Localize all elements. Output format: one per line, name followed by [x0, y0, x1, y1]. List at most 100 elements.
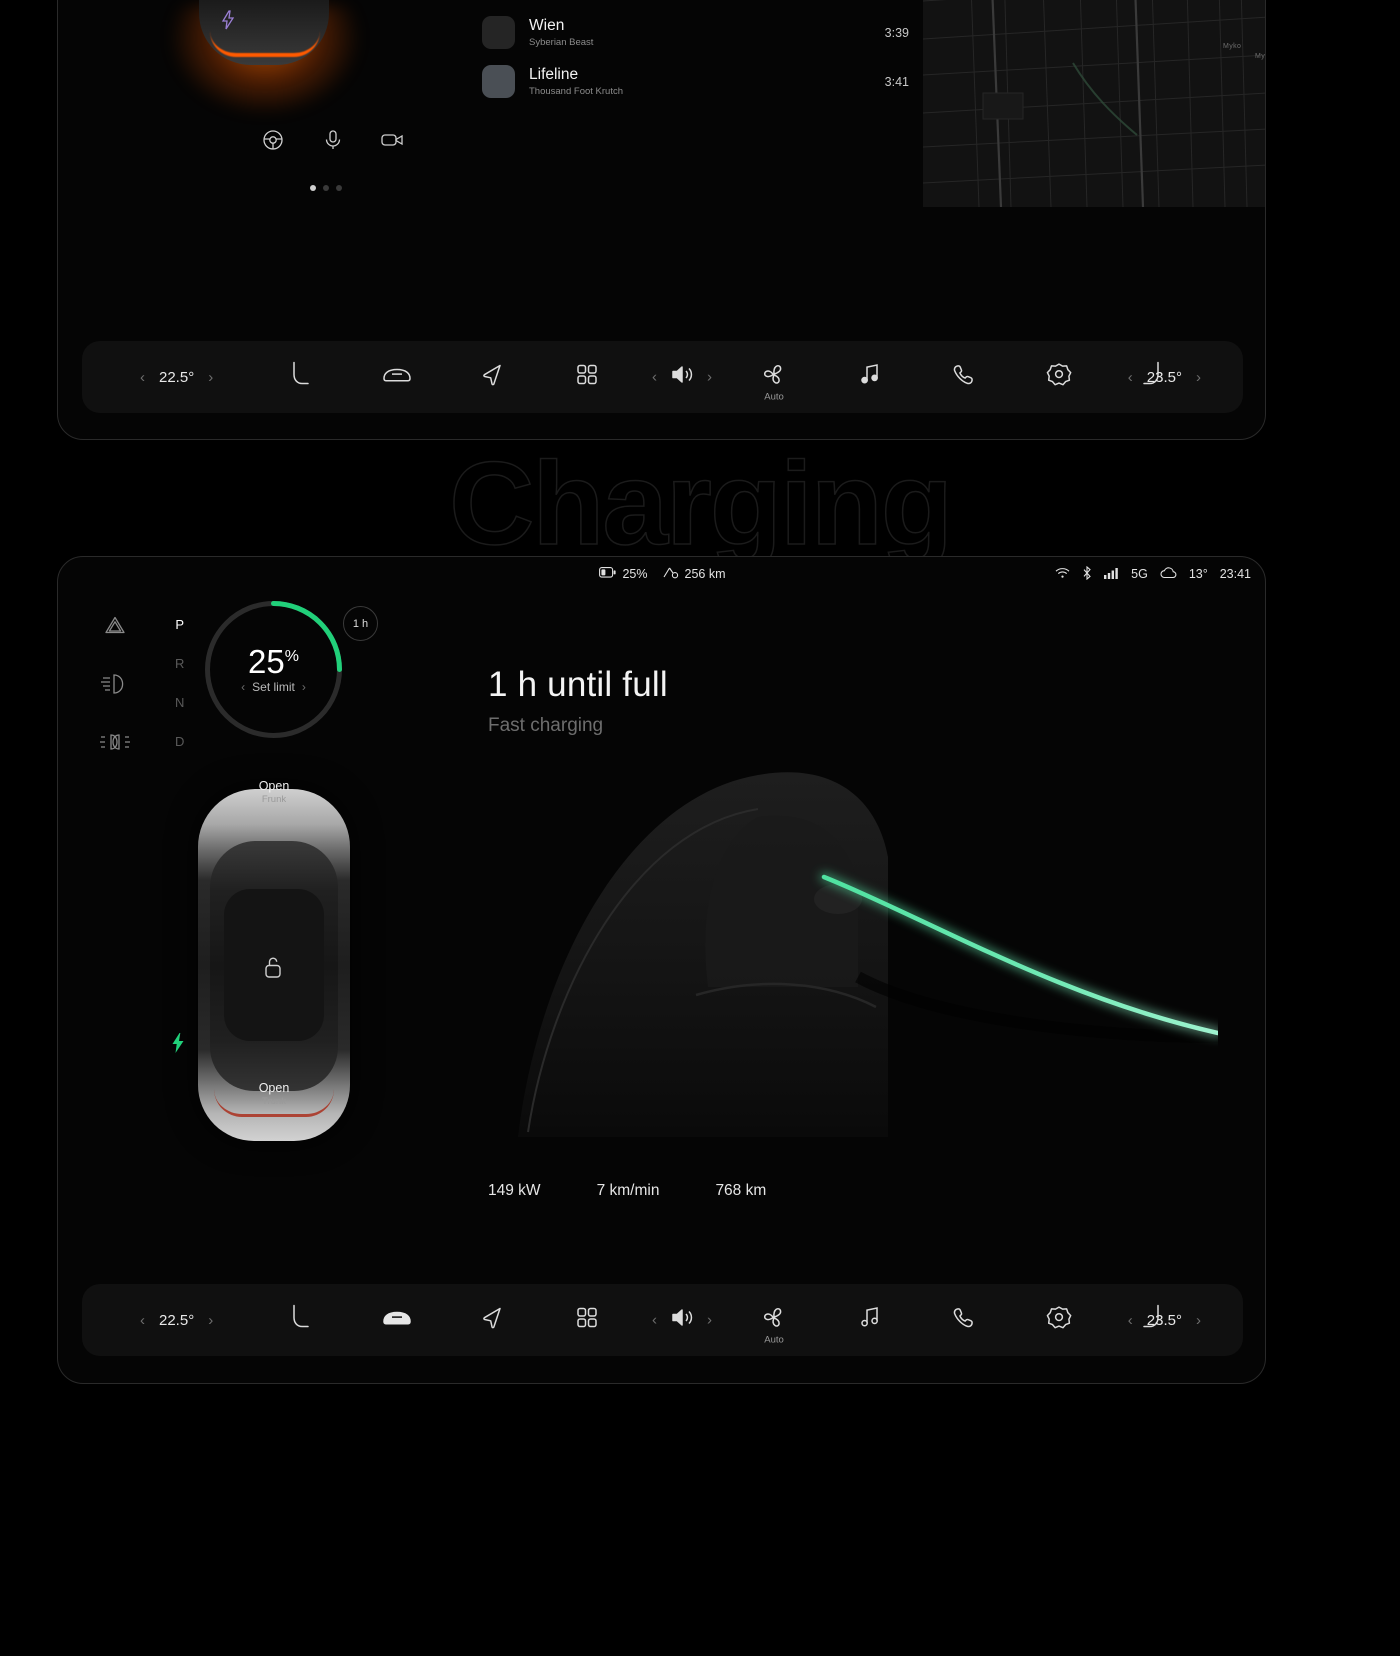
pager-dot[interactable]: [310, 185, 316, 191]
fog-lights-icon[interactable]: [98, 725, 132, 759]
right-temperature-stepper[interactable]: ‹ 23.5° ›: [1128, 1312, 1201, 1329]
music-track-item[interactable]: Lifeline Thousand Foot Krutch 3:41: [468, 57, 923, 106]
map-place-label: Myko: [1223, 43, 1242, 50]
music-track-item[interactable]: Wien Syberian Beast 3:39: [468, 8, 923, 57]
chevron-right-icon[interactable]: ›: [1196, 1313, 1201, 1328]
apps-grid-icon[interactable]: [575, 363, 599, 392]
charging-watermark: Charging: [448, 437, 953, 571]
music-track-item[interactable]: PRESSURESVARDSTAL3:03: [468, 0, 923, 8]
charge-rate: 7 km/min: [596, 1182, 660, 1199]
navigation-icon[interactable]: [479, 1305, 505, 1336]
control-navigation[interactable]: [479, 1305, 505, 1336]
album-art: [482, 65, 515, 98]
control-phone[interactable]: [952, 1306, 976, 1335]
fan-icon[interactable]: [760, 362, 788, 393]
chevron-right-icon[interactable]: ›: [1196, 370, 1201, 385]
chevron-left-icon[interactable]: ‹: [140, 370, 145, 385]
apps-grid-icon[interactable]: [575, 1306, 599, 1335]
volume-icon[interactable]: [669, 1306, 695, 1335]
seat-heater-icon[interactable]: [287, 1303, 313, 1338]
right-temperature-stepper-value: 23.5°: [1146, 368, 1182, 386]
battery-percent-value: 25%: [248, 643, 299, 680]
control-volume[interactable]: ‹ ›: [652, 363, 712, 392]
volume-icon[interactable]: [669, 363, 695, 392]
music-icon[interactable]: [859, 363, 881, 392]
control-navigation[interactable]: [479, 362, 505, 393]
battery-gauge[interactable]: 25% ‹ Set limit ›: [201, 597, 346, 742]
right-temperature-stepper[interactable]: ‹ 23.5° ›: [1128, 369, 1201, 386]
control-music[interactable]: [859, 1306, 881, 1335]
chevron-left-icon[interactable]: ‹: [1128, 1313, 1133, 1328]
chevron-left-icon[interactable]: ‹: [241, 681, 245, 693]
control-phone[interactable]: [952, 363, 976, 392]
settings-icon[interactable]: [1046, 1305, 1072, 1336]
track-meta: Wien Syberian Beast: [529, 17, 871, 48]
chevron-right-icon[interactable]: ›: [302, 681, 306, 693]
battery-percent-label: 25%: [622, 567, 648, 581]
control-settings[interactable]: [1046, 362, 1072, 393]
microphone-icon[interactable]: [318, 125, 348, 155]
control-seat-heater[interactable]: [287, 360, 313, 395]
album-art-label: [482, 16, 515, 49]
navigation-icon[interactable]: [479, 362, 505, 393]
chevron-left-icon[interactable]: ‹: [652, 370, 657, 385]
camera-icon[interactable]: [378, 125, 408, 155]
gear-selector[interactable]: P R N D: [175, 617, 184, 749]
control-music[interactable]: [859, 363, 881, 392]
chevron-right-icon[interactable]: ›: [707, 1313, 712, 1328]
music-icon[interactable]: [859, 1306, 881, 1335]
gear-option-n[interactable]: N: [175, 695, 184, 710]
track-title: Lifeline: [529, 66, 579, 84]
trunk-open-action[interactable]: Open Trunk: [198, 1081, 350, 1107]
bolt-charging-icon: [170, 1032, 186, 1059]
track-duration: 3:41: [884, 74, 909, 89]
chevron-left-icon[interactable]: ‹: [652, 1313, 657, 1328]
frunk-open-action[interactable]: Open Frunk: [198, 779, 350, 805]
control-fan[interactable]: Auto: [760, 362, 788, 403]
control-settings[interactable]: [1046, 1305, 1072, 1336]
volume-stepper[interactable]: ‹ ›: [652, 1306, 712, 1335]
top-control-bar: ‹ 22.5° › ‹ › Auto ‹ 23.5° ›: [82, 341, 1243, 413]
phone-icon[interactable]: [952, 363, 976, 392]
chevron-right-icon[interactable]: ›: [208, 370, 213, 385]
gear-option-r[interactable]: R: [175, 656, 184, 671]
charging-illustration: [458, 737, 1218, 1197]
chevron-right-icon[interactable]: ›: [208, 1313, 213, 1328]
navigation-map[interactable]: NAUJAMIESTISOrthodox Church of St. Micha…: [923, 0, 1265, 207]
chevron-left-icon[interactable]: ‹: [1128, 370, 1133, 385]
seat-heater-icon[interactable]: [287, 360, 313, 395]
gear-option-d[interactable]: D: [175, 734, 184, 749]
eta-badge[interactable]: 1 h: [343, 606, 378, 641]
clock-label: 23:41: [1219, 567, 1251, 581]
phone-icon[interactable]: [952, 1306, 976, 1335]
control-seat-heater[interactable]: [287, 1303, 313, 1338]
control-apps-grid[interactable]: [575, 1306, 599, 1335]
left-temperature-stepper[interactable]: ‹ 22.5° ›: [140, 369, 213, 386]
control-fan[interactable]: Auto: [760, 1305, 788, 1346]
control-car[interactable]: [381, 364, 413, 391]
control-car[interactable]: [381, 1307, 413, 1334]
car-icon[interactable]: [381, 364, 413, 391]
control-apps-grid[interactable]: [575, 363, 599, 392]
chevron-left-icon[interactable]: ‹: [140, 1313, 145, 1328]
track-artist: Thousand Foot Krutch: [529, 85, 623, 97]
car-icon[interactable]: [381, 1307, 413, 1334]
set-limit-label: Set limit: [252, 680, 295, 694]
steering-wheel-icon[interactable]: [258, 125, 288, 155]
volume-stepper[interactable]: ‹ ›: [652, 363, 712, 392]
pager-dot[interactable]: [323, 185, 329, 191]
settings-icon[interactable]: [1046, 362, 1072, 393]
fan-icon[interactable]: [760, 1305, 788, 1336]
control-volume[interactable]: ‹ ›: [652, 1306, 712, 1335]
pager-dot[interactable]: [336, 185, 342, 191]
track-artist: Syberian Beast: [529, 36, 594, 48]
headlights-icon[interactable]: [98, 667, 132, 701]
lock-open-icon[interactable]: [262, 954, 284, 985]
target-range: 768 km: [715, 1182, 767, 1199]
set-limit-stepper[interactable]: ‹ Set limit ›: [241, 680, 306, 694]
gear-option-p[interactable]: P: [175, 617, 184, 632]
top-pager-dots[interactable]: [310, 185, 342, 191]
left-temperature-stepper[interactable]: ‹ 22.5° ›: [140, 1312, 213, 1329]
hazard-lights-icon[interactable]: [98, 609, 132, 643]
chevron-right-icon[interactable]: ›: [707, 370, 712, 385]
